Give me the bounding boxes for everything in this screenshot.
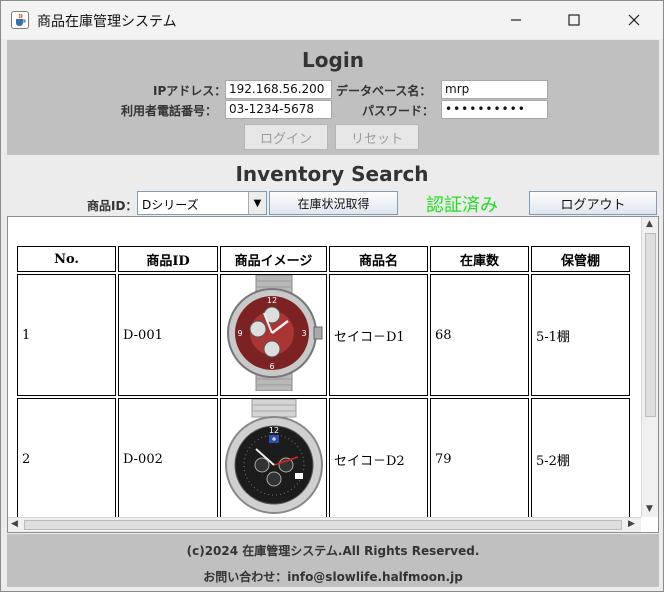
copyright-text: (c)2024 在庫管理システム.All Rights Reserved.: [186, 544, 480, 558]
col-header-product-id: 商品ID: [118, 246, 218, 272]
window-title: 商品在庫管理システム: [37, 14, 177, 30]
scroll-right-icon[interactable]: ▶: [628, 519, 635, 529]
cell-no: 2: [17, 398, 116, 520]
cell-product-name: セイコ－D2: [329, 398, 428, 520]
svg-text:12: 12: [266, 296, 276, 305]
svg-text:9: 9: [237, 329, 242, 338]
results-table-wrap: No. 商品ID 商品イメージ 商品名 在庫数 保管棚 1 D-001 12 3…: [15, 244, 637, 522]
col-header-shelf: 保管棚: [531, 246, 630, 272]
minimize-button[interactable]: [487, 1, 545, 39]
login-panel: Login IPアドレス： 192.168.56.200 データベース名： mr…: [7, 40, 659, 155]
title-bar[interactable]: 商品在庫管理システム: [1, 1, 663, 39]
maximize-button[interactable]: [545, 1, 603, 39]
col-header-stock: 在庫数: [430, 246, 529, 272]
footer: (c)2024 在庫管理システム.All Rights Reserved. お問…: [7, 534, 659, 587]
reset-button[interactable]: リセット: [335, 124, 419, 150]
login-button[interactable]: ログイン: [244, 124, 328, 150]
cell-product-name: セイコ－D1: [329, 274, 428, 396]
ip-label: IPアドレス：: [153, 84, 227, 98]
red-dial-watch-icon: 12 3 6 9: [226, 274, 322, 392]
svg-text:3: 3: [301, 329, 306, 338]
ip-input[interactable]: 192.168.56.200: [225, 80, 332, 99]
login-heading: Login: [302, 48, 364, 72]
cell-shelf: 5-2棚: [531, 398, 630, 520]
table-row[interactable]: 1 D-001 12 3 6 9 セイコ－D1 68 5-1棚: [17, 274, 630, 396]
horizontal-scrollbar[interactable]: ◀ ▶: [8, 517, 641, 532]
col-header-name: 商品名: [329, 246, 428, 272]
vertical-scrollbar[interactable]: ▲ ▼: [641, 217, 658, 517]
cell-no: 1: [17, 274, 116, 396]
cell-stock: 79: [430, 398, 529, 520]
horizontal-scroll-thumb[interactable]: [24, 520, 622, 530]
password-input[interactable]: ••••••••••: [441, 100, 548, 119]
close-icon: [628, 14, 640, 26]
product-id-label: 商品ID：: [87, 199, 138, 213]
auth-status: 認証済み: [426, 195, 498, 216]
chevron-down-icon[interactable]: ▼: [248, 192, 266, 214]
java-cup-icon: [11, 11, 29, 29]
svg-text:6: 6: [269, 362, 274, 371]
phone-label: 利用者電話番号：: [121, 104, 218, 118]
cell-image: 12: [220, 398, 327, 520]
search-heading: Inventory Search: [235, 162, 429, 186]
maximize-icon: [568, 14, 580, 26]
cell-shelf: 5-1棚: [531, 274, 630, 396]
table-header-row: No. 商品ID 商品イメージ 商品名 在庫数 保管棚: [17, 246, 630, 272]
contact-text: お問い合わせ：info@slowlife.halfmoon.jp: [203, 570, 463, 584]
black-dial-watch-icon: 12: [224, 398, 323, 514]
database-label: データベース名：: [336, 84, 432, 98]
scroll-down-icon[interactable]: ▼: [646, 504, 653, 514]
scroll-left-icon[interactable]: ◀: [11, 519, 18, 529]
vertical-scroll-thumb[interactable]: [645, 233, 656, 417]
app-window: 商品在庫管理システム Login IPアドレス： 192.168.56.200 …: [0, 0, 664, 592]
cell-product-id: D-001: [118, 274, 218, 396]
cell-image: 12 3 6 9: [220, 274, 327, 396]
svg-text:12: 12: [268, 426, 278, 435]
product-id-select[interactable]: Dシリーズ ▼: [137, 191, 267, 215]
cell-product-id: D-002: [118, 398, 218, 520]
product-id-selected: Dシリーズ: [142, 198, 199, 212]
col-header-image: 商品イメージ: [220, 246, 327, 272]
close-button[interactable]: [605, 1, 663, 39]
results-table: No. 商品ID 商品イメージ 商品名 在庫数 保管棚 1 D-001 12 3…: [15, 244, 632, 522]
scroll-up-icon[interactable]: ▲: [646, 219, 653, 229]
phone-input[interactable]: 03-1234-5678: [225, 100, 332, 119]
database-input[interactable]: mrp: [441, 80, 548, 99]
password-label: パスワード：: [362, 104, 435, 118]
table-row[interactable]: 2 D-002 12 セイコ－D2 79 5-2棚: [17, 398, 630, 520]
cell-stock: 68: [430, 274, 529, 396]
results-scroll-pane[interactable]: No. 商品ID 商品イメージ 商品名 在庫数 保管棚 1 D-001 12 3…: [7, 216, 659, 533]
col-header-no: No.: [17, 246, 116, 272]
fetch-stock-button[interactable]: 在庫状況取得: [269, 191, 398, 215]
logout-button[interactable]: ログアウト: [529, 191, 657, 215]
minimize-icon: [511, 19, 521, 21]
